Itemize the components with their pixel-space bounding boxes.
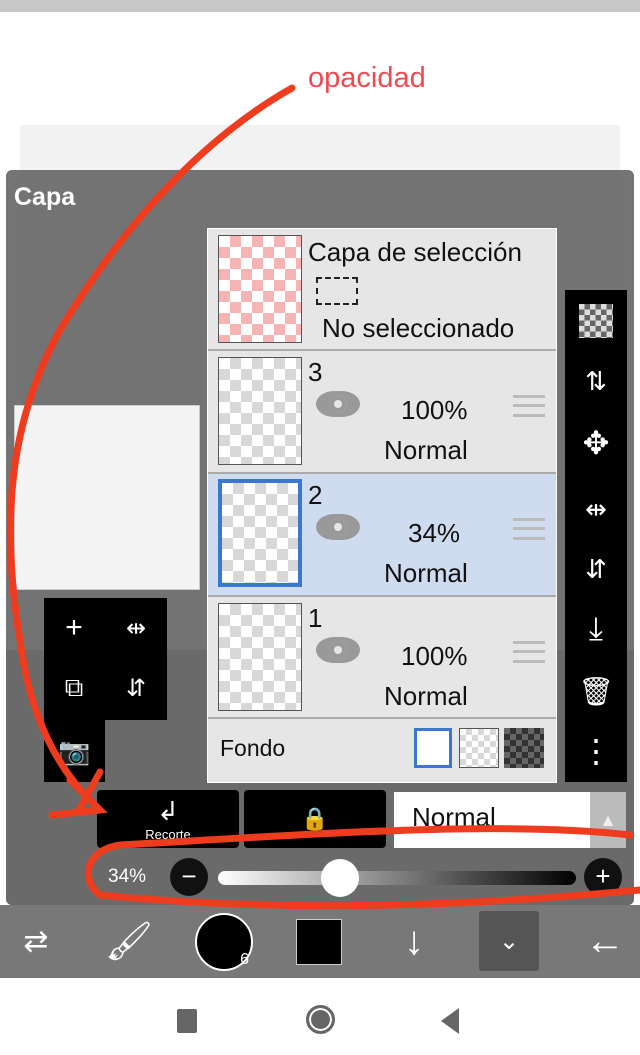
layer-row[interactable]: 3 100% Normal: [208, 351, 556, 474]
merge-down-icon[interactable]: ⤓: [565, 598, 627, 660]
add-layer-button[interactable]: +: [44, 598, 104, 658]
opacity-value: 34%: [108, 866, 147, 887]
flip-horizontal-button[interactable]: ⇹: [106, 598, 166, 658]
right-toolbar: ⇅ ✥ ⇹ ⇵ ⤓ 🗑 ⋮: [565, 290, 627, 782]
layer-blend: Normal: [384, 681, 468, 711]
layer-row[interactable]: 1 100% Normal: [208, 597, 556, 719]
back-icon[interactable]: [441, 1008, 459, 1034]
flip-horizontal-icon[interactable]: ⇹: [565, 478, 627, 540]
alpha-lock-icon: 🔒: [301, 806, 329, 831]
layer-thumbnail: [218, 479, 302, 587]
background-label: Fondo: [220, 735, 286, 761]
canvas-preview: [14, 405, 200, 590]
opacity-increase-button[interactable]: +: [584, 858, 622, 896]
bg-white-option[interactable]: [414, 728, 452, 768]
alpha-lock-button[interactable]: 🔒: [244, 790, 386, 848]
eye-icon[interactable]: [316, 514, 360, 540]
recents-icon[interactable]: [177, 1009, 197, 1033]
eye-icon[interactable]: [316, 391, 360, 417]
layer-blend: Normal: [384, 558, 468, 588]
swap-layers-icon[interactable]: ⇅: [565, 350, 627, 412]
layer-thumbnail: [218, 357, 302, 465]
transparency-icon[interactable]: [579, 304, 613, 338]
trash-icon[interactable]: 🗑: [565, 660, 627, 722]
layer-name: 2: [308, 480, 323, 510]
opacity-decrease-button[interactable]: −: [170, 858, 208, 896]
camera-icon[interactable]: 📷: [44, 720, 105, 782]
layer-opacity: 100%: [401, 641, 468, 671]
move-icon[interactable]: ✥: [565, 412, 627, 474]
layer-row-selected[interactable]: 2 34% Normal: [208, 474, 556, 597]
back-arrow-icon[interactable]: ←: [575, 905, 635, 978]
drag-handle-icon[interactable]: [513, 641, 545, 663]
opacity-slider-handle[interactable]: [320, 859, 359, 897]
eye-icon[interactable]: [316, 637, 360, 663]
layer-name: 3: [308, 357, 323, 387]
drag-handle-icon[interactable]: [513, 518, 545, 540]
bg-transparent-option[interactable]: [459, 728, 499, 768]
bg-dark-option[interactable]: [504, 728, 544, 768]
swap-tool-icon[interactable]: ⇄: [5, 905, 67, 978]
selection-icon: [316, 277, 358, 305]
selection-status: No seleccionado: [322, 313, 515, 343]
arrow-down-icon[interactable]: ↓: [386, 905, 442, 978]
chevron-up-icon[interactable]: ▲: [590, 792, 626, 848]
brush-size: 6: [240, 950, 249, 968]
color-button[interactable]: [296, 905, 342, 978]
nav-bar: [0, 978, 640, 1055]
layer-tools: + ⇹ ⧉ ⇵: [44, 598, 167, 720]
blend-mode-select[interactable]: Normal: [394, 792, 590, 848]
selection-layer-row[interactable]: Capa de selección No seleccionado: [208, 229, 556, 351]
home-icon[interactable]: [306, 1005, 335, 1034]
annotation-label: opacidad: [308, 62, 426, 94]
flip-vertical-icon[interactable]: ⇵: [565, 538, 627, 600]
more-icon[interactable]: ⋮: [565, 720, 627, 782]
drag-handle-icon[interactable]: [513, 395, 545, 417]
chevron-double-down-icon[interactable]: ⌄: [479, 911, 539, 971]
layer-blend: Normal: [384, 435, 468, 465]
bottom-toolbar: ⇄ 🖌 6 ↓ ⌄ ←: [0, 905, 640, 978]
opacity-slider[interactable]: [218, 871, 576, 885]
layer-list: Capa de selección No seleccionado 3 100%…: [207, 228, 557, 783]
layer-opacity: 100%: [401, 395, 468, 425]
flip-vertical-button[interactable]: ⇵: [106, 658, 166, 718]
clip-arrow-icon: ↲: [157, 796, 179, 826]
layer-thumbnail: [218, 235, 302, 343]
status-bar: [0, 0, 640, 12]
selection-layer-title: Capa de selección: [308, 237, 522, 267]
clip-label: Recorte: [145, 827, 191, 842]
panel-title: Capa: [14, 183, 76, 211]
layer-name: 1: [308, 603, 323, 633]
clip-button[interactable]: ↲ Recorte: [97, 790, 239, 848]
duplicate-layer-button[interactable]: ⧉: [44, 658, 104, 718]
layer-thumbnail: [218, 603, 302, 711]
brush-size-button[interactable]: 6: [194, 905, 254, 978]
brush-icon[interactable]: 🖌: [98, 905, 160, 978]
background-row: Fondo: [208, 719, 556, 782]
layer-opacity: 34%: [408, 518, 461, 548]
